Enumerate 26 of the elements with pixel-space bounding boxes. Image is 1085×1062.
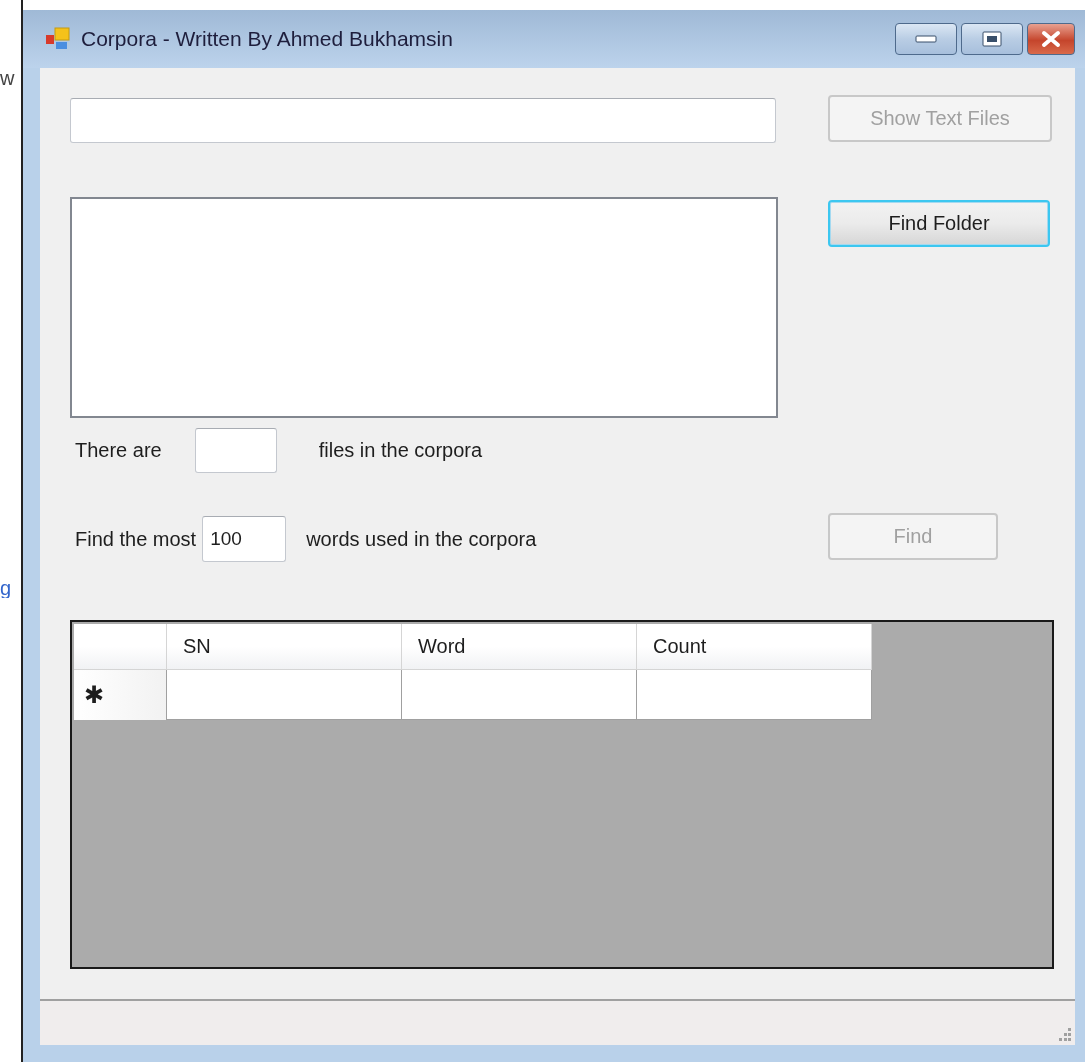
- minimize-button[interactable]: [895, 23, 957, 55]
- column-header[interactable]: Count: [637, 624, 872, 670]
- close-button[interactable]: [1027, 23, 1075, 55]
- word-count-field[interactable]: 100: [202, 516, 287, 562]
- app-icon: [45, 27, 71, 51]
- column-header[interactable]: Word: [402, 624, 637, 670]
- minimize-icon: [915, 35, 937, 43]
- word-count-label: Find the most: [75, 527, 197, 551]
- table-cell[interactable]: [402, 670, 637, 720]
- close-icon: [1040, 30, 1062, 48]
- file-count-field[interactable]: [194, 428, 277, 473]
- table-cell[interactable]: [167, 670, 402, 720]
- background-text: w: [0, 68, 16, 88]
- resize-grip-icon: [1057, 1027, 1071, 1041]
- maximize-icon: [982, 31, 1002, 47]
- find-folder-button[interactable]: Find Folder: [828, 200, 1050, 247]
- file-count-suffix: files in the corpora: [318, 439, 483, 462]
- word-count-suffix: words used in the corpora: [306, 527, 537, 551]
- file-list[interactable]: [70, 197, 778, 418]
- maximize-button[interactable]: [961, 23, 1023, 55]
- column-header[interactable]: SN: [167, 624, 402, 670]
- file-count-label: There are: [75, 439, 162, 462]
- window-title: Corpora - Written By Ahmed Bukhamsin: [81, 27, 454, 51]
- folder-path-field[interactable]: [70, 98, 776, 143]
- table-cell[interactable]: [637, 670, 872, 720]
- new-row-marker: ✱: [74, 670, 167, 720]
